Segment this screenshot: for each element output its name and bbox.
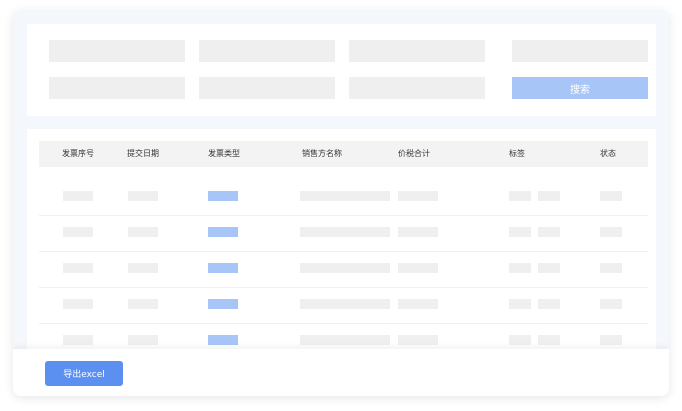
filter-field-5[interactable] (49, 77, 185, 99)
invoice-type-placeholder (208, 299, 238, 309)
tag-placeholder-2 (538, 191, 560, 201)
invoice-type-placeholder (208, 263, 238, 273)
filter-field-4[interactable] (512, 40, 648, 62)
status-placeholder (600, 263, 622, 273)
invoice-type-placeholder (208, 191, 238, 201)
col-header-total-amount: 价税合计 (398, 149, 430, 158)
tag-placeholder-1 (509, 263, 531, 273)
export-excel-button[interactable]: 导出excel (45, 361, 123, 386)
invoice-no-placeholder (63, 299, 93, 309)
seller-name-placeholder (300, 263, 390, 273)
invoice-table: 发票序号 提交日期 发票类型 销售方名称 价税合计 标签 状态 (27, 129, 656, 360)
total-amount-placeholder (398, 299, 438, 309)
status-placeholder (600, 335, 622, 345)
app-window: 搜索 发票序号 提交日期 发票类型 销售方名称 价税合计 标签 状态 导出exc… (13, 10, 669, 396)
filter-field-3[interactable] (349, 40, 485, 62)
total-amount-placeholder (398, 335, 438, 345)
tag-placeholder-2 (538, 299, 560, 309)
seller-name-placeholder (300, 299, 390, 309)
tag-placeholder-1 (509, 335, 531, 345)
status-placeholder (600, 299, 622, 309)
invoice-no-placeholder (63, 263, 93, 273)
submit-date-placeholder (128, 263, 158, 273)
col-header-invoice-type: 发票类型 (208, 149, 240, 158)
tag-placeholder-2 (538, 335, 560, 345)
total-amount-placeholder (398, 191, 438, 201)
invoice-no-placeholder (63, 335, 93, 345)
seller-name-placeholder (300, 335, 390, 345)
filter-field-2[interactable] (199, 40, 335, 62)
filter-field-1[interactable] (49, 40, 185, 62)
filter-field-7[interactable] (349, 77, 485, 99)
table-row[interactable] (39, 215, 648, 252)
invoice-no-placeholder (63, 191, 93, 201)
status-placeholder (600, 191, 622, 201)
col-header-tags: 标签 (509, 149, 525, 158)
tag-placeholder-2 (538, 227, 560, 237)
table-header: 发票序号 提交日期 发票类型 销售方名称 价税合计 标签 状态 (39, 141, 648, 167)
submit-date-placeholder (128, 299, 158, 309)
filter-panel: 搜索 (27, 24, 656, 116)
table-row[interactable] (39, 251, 648, 288)
submit-date-placeholder (128, 227, 158, 237)
invoice-type-placeholder (208, 227, 238, 237)
filter-field-6[interactable] (199, 77, 335, 99)
search-button[interactable]: 搜索 (512, 77, 648, 99)
footer-bar: 导出excel (13, 349, 669, 396)
seller-name-placeholder (300, 191, 390, 201)
tag-placeholder-2 (538, 263, 560, 273)
status-placeholder (600, 227, 622, 237)
col-header-seller-name: 销售方名称 (302, 149, 342, 158)
tag-placeholder-1 (509, 191, 531, 201)
invoice-no-placeholder (63, 227, 93, 237)
table-row[interactable] (39, 179, 648, 216)
invoice-type-placeholder (208, 335, 238, 345)
tag-placeholder-1 (509, 299, 531, 309)
total-amount-placeholder (398, 263, 438, 273)
table-row[interactable] (39, 287, 648, 324)
seller-name-placeholder (300, 227, 390, 237)
col-header-invoice-no: 发票序号 (62, 149, 94, 158)
submit-date-placeholder (128, 335, 158, 345)
total-amount-placeholder (398, 227, 438, 237)
col-header-submit-date: 提交日期 (127, 149, 159, 158)
submit-date-placeholder (128, 191, 158, 201)
tag-placeholder-1 (509, 227, 531, 237)
col-header-status: 状态 (600, 149, 616, 158)
